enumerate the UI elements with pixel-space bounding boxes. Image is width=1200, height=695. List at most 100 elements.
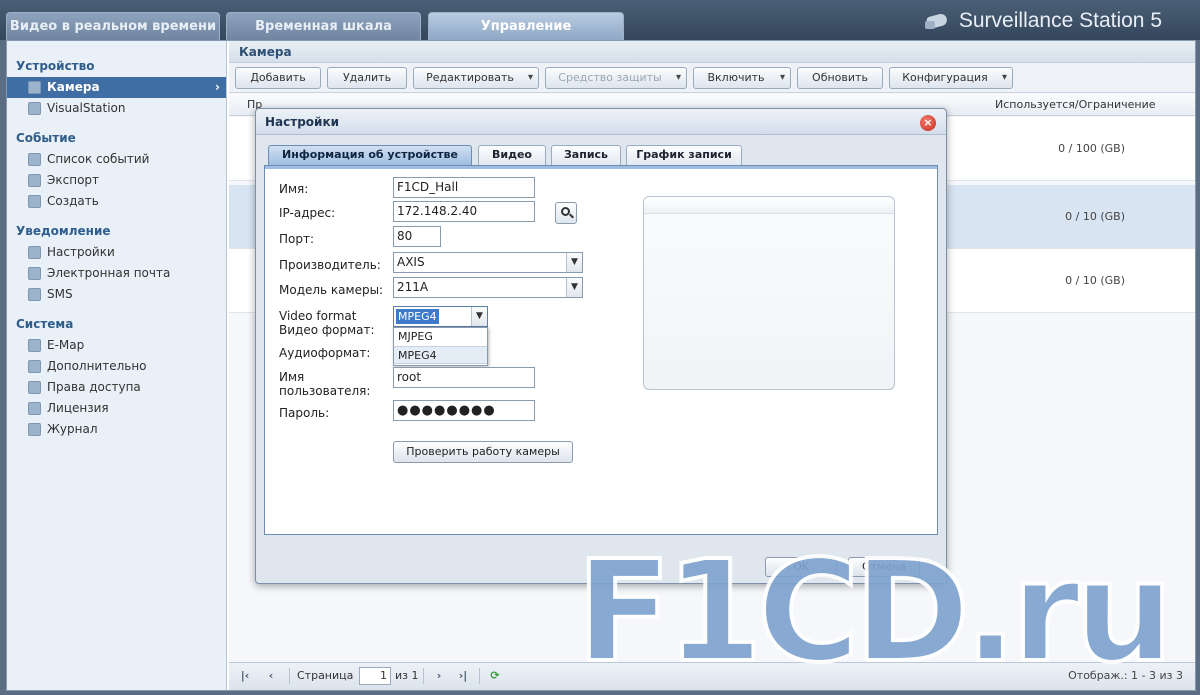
sidebar-item-log[interactable]: Журнал: [7, 419, 226, 440]
vendor-value: AXIS: [397, 255, 425, 269]
sidebar-item-label: Экспорт: [47, 173, 100, 187]
sidebar-item-label: Права доступа: [47, 380, 141, 394]
tab-management[interactable]: Управление: [428, 12, 624, 40]
wrench-icon: [28, 246, 41, 259]
refresh-icon[interactable]: ⟳: [485, 667, 505, 685]
mail-icon: [28, 267, 41, 280]
ip-input[interactable]: 172.148.2.40: [393, 201, 535, 222]
pager: |‹ ‹ Страница 1 из 1 › ›| ⟳ Отображ.: 1 …: [229, 662, 1195, 690]
tab-schedule[interactable]: График записи: [626, 145, 742, 165]
sidebar-item-label: Журнал: [47, 422, 98, 436]
vendor-select[interactable]: AXIS ▼: [393, 252, 583, 273]
password-input[interactable]: ●●●●●●●●: [393, 400, 535, 421]
sidebar-item-label: SMS: [47, 287, 73, 301]
refresh-button[interactable]: Обновить: [797, 67, 883, 89]
sidebar-section-system: Система: [16, 317, 74, 331]
sidebar: Устройство Камера › VisualStation Событи…: [7, 41, 227, 690]
dialog-footer: OK Отмена: [256, 545, 946, 583]
model-label: Модель камеры:: [279, 283, 384, 297]
sidebar-item-label: VisualStation: [47, 101, 126, 115]
sidebar-item-license[interactable]: Лицензия: [7, 398, 226, 419]
sidebar-section-device: Устройство: [16, 59, 95, 73]
option-mpeg4[interactable]: MPEG4: [394, 346, 487, 364]
sidebar-item-export[interactable]: Экспорт: [7, 170, 226, 191]
video-format-label: Видео формат:: [279, 323, 375, 337]
name-input[interactable]: F1CD_Hall: [393, 177, 535, 198]
config-button[interactable]: Конфигурация: [889, 67, 1013, 89]
model-select[interactable]: 211A ▼: [393, 277, 583, 298]
next-page-icon[interactable]: ›: [429, 667, 449, 685]
search-button[interactable]: [555, 202, 577, 224]
sidebar-item-label: Электронная почта: [47, 266, 171, 280]
prev-page-icon[interactable]: ‹: [261, 667, 281, 685]
user-label-line1: Имя: [279, 370, 305, 384]
sidebar-item-settings[interactable]: Настройки: [7, 242, 226, 263]
sidebar-item-privileges[interactable]: Права доступа: [7, 377, 226, 398]
add-button[interactable]: Добавить: [235, 67, 321, 89]
toolbar: Добавить Удалить Редактировать Средство …: [229, 63, 1195, 93]
tab-record[interactable]: Запись: [551, 145, 621, 165]
sidebar-item-sms[interactable]: SMS: [7, 284, 226, 305]
column-header-usage[interactable]: Используется/Ограничение: [995, 94, 1156, 116]
user-label-line2: пользователя:: [279, 384, 371, 398]
password-label: Пароль:: [279, 406, 330, 420]
sidebar-item-label: E-Map: [47, 338, 85, 352]
map-icon: [28, 339, 41, 352]
chevron-down-icon: ▼: [566, 278, 582, 297]
video-format-select[interactable]: MPEG4 ▼: [393, 306, 488, 327]
sidebar-section-event: Событие: [16, 131, 76, 145]
model-value: 211A: [397, 280, 429, 294]
port-input[interactable]: 80: [393, 226, 441, 247]
page-label: Страница: [297, 669, 354, 682]
camera-logo-icon: [924, 11, 951, 31]
sidebar-item-label: Лицензия: [47, 401, 109, 415]
chevron-down-icon: ▼: [471, 307, 487, 326]
cancel-button[interactable]: Отмена: [848, 557, 920, 577]
gear-icon: [28, 360, 41, 373]
ip-label: IP-адрес:: [279, 206, 336, 220]
settings-dialog: Настройки × Информация об устройстве Вид…: [255, 108, 947, 584]
video-format-options: MJPEG MPEG4: [393, 327, 488, 366]
tab-video[interactable]: Видео: [478, 145, 546, 165]
key-icon: [28, 402, 41, 415]
first-page-icon[interactable]: |‹: [235, 667, 255, 685]
option-mjpeg[interactable]: MJPEG: [394, 328, 487, 346]
sidebar-item-email[interactable]: Электронная почта: [7, 263, 226, 284]
edit-button[interactable]: Редактировать: [413, 67, 539, 89]
port-label: Порт:: [279, 232, 315, 246]
export-icon: [28, 174, 41, 187]
tab-device-info[interactable]: Информация об устройстве: [268, 145, 472, 165]
sidebar-item-event-list[interactable]: Список событий: [7, 149, 226, 170]
sidebar-item-camera[interactable]: Камера ›: [7, 77, 226, 98]
tab-timeline[interactable]: Временная шкала: [226, 12, 421, 40]
chevron-down-icon: ▼: [566, 253, 582, 272]
users-icon: [28, 381, 41, 394]
username-input[interactable]: root: [393, 367, 535, 388]
enable-button[interactable]: Включить: [693, 67, 791, 89]
panel-title: Камера: [229, 41, 1195, 63]
vendor-label: Производитель:: [279, 258, 381, 272]
sidebar-item-visualstation[interactable]: VisualStation: [7, 98, 226, 119]
close-icon[interactable]: ×: [920, 115, 936, 131]
chevron-right-icon: ›: [215, 80, 220, 94]
sidebar-item-label: Создать: [47, 194, 99, 208]
sidebar-item-advanced[interactable]: Дополнительно: [7, 356, 226, 377]
test-camera-button[interactable]: Проверить работу камеры: [393, 441, 573, 463]
audio-format-label: Аудиоформат:: [279, 346, 371, 360]
last-page-icon[interactable]: ›|: [453, 667, 473, 685]
protection-button[interactable]: Средство защиты: [545, 67, 687, 89]
password-mask: ●●●●●●●●: [397, 403, 496, 418]
video-format-value: MPEG4: [396, 309, 439, 324]
sidebar-item-label: Настройки: [47, 245, 115, 259]
camera-icon: [28, 81, 41, 94]
sidebar-item-create[interactable]: Создать: [7, 191, 226, 212]
usage-cell: 0 / 100 (GB): [1058, 142, 1125, 155]
usage-cell: 0 / 10 (GB): [1065, 210, 1125, 223]
video-format-label-en: Video format: [279, 309, 357, 323]
sidebar-item-emap[interactable]: E-Map: [7, 335, 226, 356]
ok-button[interactable]: OK: [765, 557, 837, 577]
book-icon: [28, 423, 41, 436]
page-number-input[interactable]: 1: [359, 667, 391, 685]
tab-live-video[interactable]: Видео в реальном времени: [6, 12, 220, 40]
delete-button[interactable]: Удалить: [327, 67, 407, 89]
